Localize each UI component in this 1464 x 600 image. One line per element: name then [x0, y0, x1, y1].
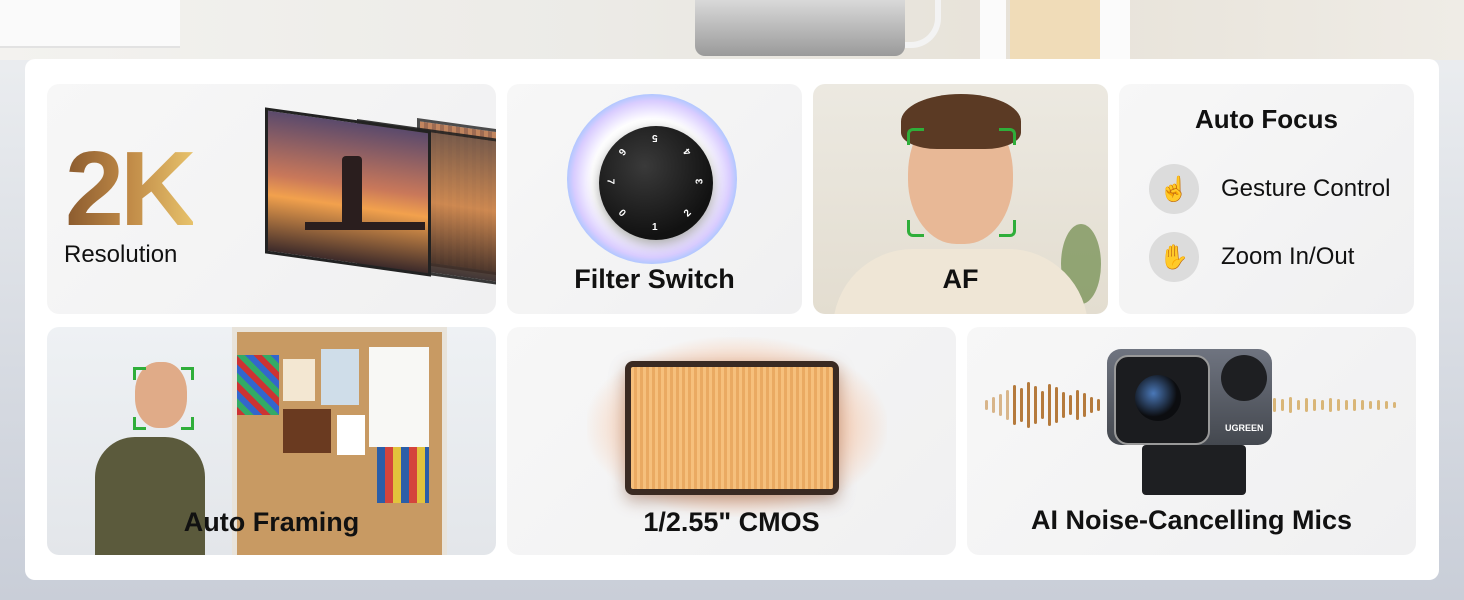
pinned-photo — [283, 409, 331, 453]
zoom-label: Zoom In/Out — [1221, 243, 1355, 270]
sound-wave-bar — [1062, 392, 1065, 418]
top-backdrop — [0, 0, 1464, 60]
sound-wave-bar — [1097, 399, 1100, 411]
af-label: AF — [942, 264, 979, 294]
pinned-photo — [321, 349, 359, 405]
sound-wave-bar — [1034, 386, 1037, 424]
auto-framing-card: Auto Framing — [47, 327, 496, 555]
focus-bracket — [133, 417, 146, 430]
focus-bracket — [907, 220, 924, 237]
color-swatch-card — [237, 355, 279, 415]
sound-wave-bar — [1013, 385, 1016, 425]
focus-bracket — [999, 220, 1016, 237]
sound-wave-bar — [1048, 384, 1051, 426]
backdrop-pole — [980, 0, 1006, 60]
pinned-note — [337, 415, 365, 455]
sound-wave-bar — [1090, 397, 1093, 413]
cmos-label: 1/2.55" CMOS — [643, 507, 820, 537]
dial-number: 6 — [615, 145, 628, 158]
sound-wave-bar — [1385, 401, 1388, 409]
resolution-caption: Resolution — [64, 241, 178, 268]
filter-switch-card: 5 4 3 2 1 0 7 6 Filter Switch — [507, 84, 802, 314]
pinned-note — [283, 359, 315, 401]
backdrop-window — [1010, 0, 1100, 60]
sound-wave-bar — [1377, 400, 1380, 410]
sound-wave-bar — [1353, 399, 1356, 411]
sound-wave-bar — [1321, 400, 1324, 410]
backdrop-shelf — [0, 0, 180, 48]
resolution-heading: 2K — [65, 130, 197, 248]
dial-number: 0 — [615, 207, 628, 220]
lighthouse-image — [342, 156, 362, 226]
focus-bracket — [999, 128, 1016, 145]
backdrop-pole — [1100, 0, 1130, 60]
mics-card: UGREEN AI Noise-Cancelling Mics — [967, 327, 1416, 555]
resolution-card: 2K Resolution — [47, 84, 496, 314]
auto-focus-card: Auto Focus ☝ Gesture Control ✋ Zoom In/O… — [1119, 84, 1414, 314]
focus-bracket — [907, 128, 924, 145]
sound-wave-bar — [999, 394, 1002, 416]
zoom-item: ✋ Zoom In/Out — [1149, 232, 1354, 282]
dial-number: 1 — [652, 222, 658, 233]
focus-bracket — [181, 417, 194, 430]
cmos-sensor-image — [625, 361, 839, 495]
sound-wave-bar — [985, 400, 988, 410]
sound-wave-bar — [1273, 398, 1276, 412]
auto-framing-label: Auto Framing — [183, 507, 360, 537]
sound-wave-bar — [1041, 391, 1044, 419]
sound-wave-bar — [1393, 402, 1396, 408]
webcam-dial — [1221, 355, 1267, 401]
sound-wave-bar — [1069, 395, 1072, 415]
sound-wave-bar — [1337, 399, 1340, 411]
sound-wave-bar — [1305, 398, 1308, 412]
dial-number: 4 — [681, 145, 694, 158]
dial-number: 7 — [604, 178, 616, 185]
pointing-hand-icon: ☝ — [1149, 164, 1199, 214]
sound-wave-bar — [1345, 400, 1348, 410]
focus-bracket — [133, 367, 146, 380]
mics-label: AI Noise-Cancelling Mics — [1030, 505, 1353, 535]
sound-wave-bar — [1313, 399, 1316, 411]
sound-wave-bar — [1027, 382, 1030, 428]
fashion-sketch — [369, 347, 429, 447]
gesture-control-item: ☝ Gesture Control — [1149, 164, 1390, 214]
cmos-card: 1/2.55" CMOS — [507, 327, 956, 555]
sound-wave-bar — [1289, 397, 1292, 413]
dial-number: 3 — [694, 178, 706, 185]
sound-wave-bar — [1020, 388, 1023, 422]
color-swatch-card — [377, 447, 429, 503]
sound-wave-bar — [1083, 393, 1086, 417]
af-card: AF — [813, 84, 1108, 314]
sound-wave-bar — [1006, 390, 1009, 420]
sound-wave-bar — [1076, 390, 1079, 420]
sound-wave-bar — [1297, 400, 1300, 410]
auto-focus-title: Auto Focus — [1195, 104, 1338, 134]
sound-wave-bar — [1055, 387, 1058, 423]
sound-wave-bar — [992, 397, 995, 413]
webcam-stand — [1142, 445, 1246, 495]
webcam-lens — [1135, 375, 1181, 421]
open-hand-icon: ✋ — [1149, 232, 1199, 282]
dial-number: 2 — [681, 207, 694, 220]
filter-switch-label: Filter Switch — [574, 264, 735, 294]
sound-wave-bar — [1369, 401, 1372, 409]
gesture-control-label: Gesture Control — [1221, 175, 1391, 202]
dial-number: 5 — [652, 132, 658, 143]
sound-wave-bar — [1361, 400, 1364, 410]
focus-bracket — [181, 367, 194, 380]
backdrop-device — [695, 0, 905, 56]
filter-dial: 5 4 3 2 1 0 7 6 — [599, 126, 713, 240]
sound-wave-bar — [1329, 398, 1332, 412]
pier-image — [305, 222, 425, 230]
brand-text: UGREEN — [1225, 423, 1264, 433]
sound-wave-bar — [1281, 399, 1284, 411]
